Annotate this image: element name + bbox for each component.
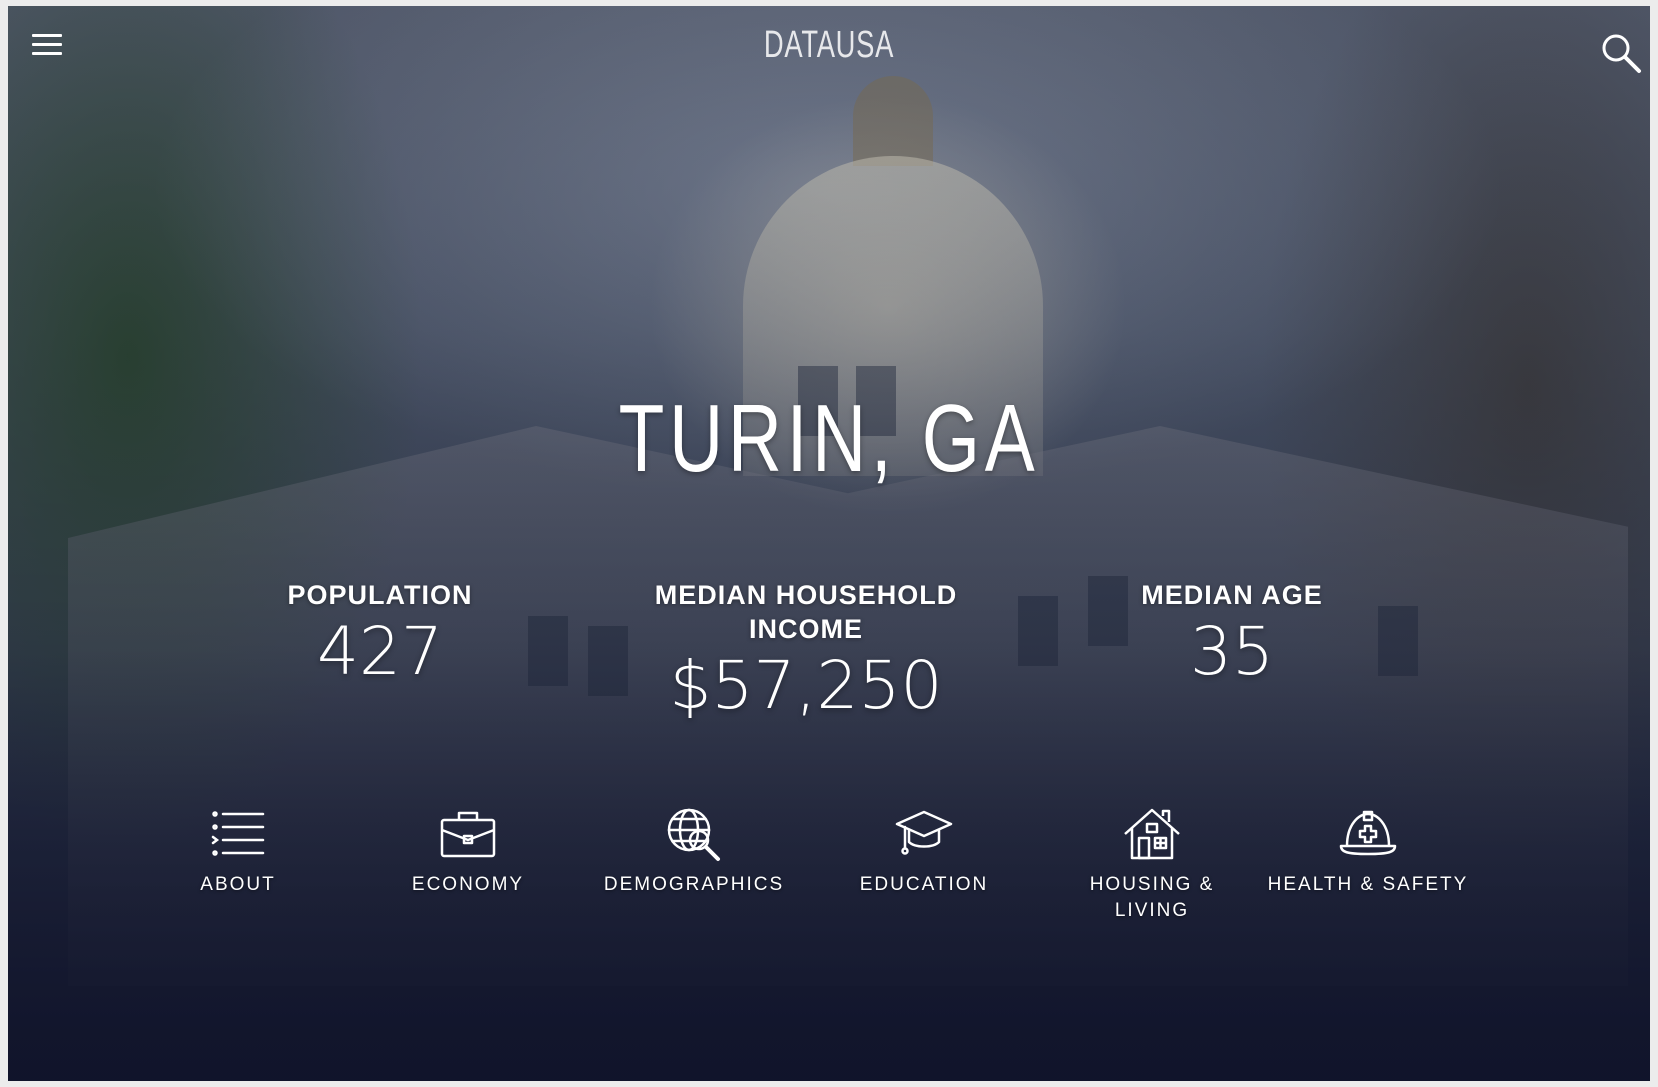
nav-education[interactable]: EDUCATION — [814, 806, 1034, 898]
stat-label: POPULATION — [287, 580, 473, 610]
nav-label: HOUSING & LIVING — [1089, 874, 1215, 921]
stat-value: 35 — [1190, 613, 1274, 690]
hard-hat-icon — [1339, 810, 1397, 856]
nav-demographics[interactable]: DEMOGRAPHICS — [584, 806, 804, 898]
stat-label: MEDIAN HOUSEHOLD INCOME — [654, 580, 958, 644]
nav-label: DEMOGRAPHICS — [603, 874, 785, 895]
nav-health-safety[interactable]: HEALTH & SAFETY — [1258, 806, 1478, 898]
hamburger-menu-icon[interactable] — [32, 34, 62, 64]
house-icon — [1124, 808, 1180, 860]
briefcase-icon — [440, 811, 496, 858]
nav-label: HEALTH & SAFETY — [1267, 874, 1469, 895]
page-title: TURIN, GA — [618, 385, 1040, 492]
stat-label: MEDIAN AGE — [1141, 580, 1323, 610]
stat-median-age: MEDIAN AGE 35 — [1042, 578, 1422, 692]
stat-median-household-income: MEDIAN HOUSEHOLD INCOME $57,250 — [616, 578, 996, 726]
nav-economy[interactable]: ECONOMY — [358, 806, 578, 898]
nav-label: ABOUT — [200, 874, 276, 895]
nav-about[interactable]: ABOUT — [128, 806, 348, 898]
list-icon — [211, 811, 265, 856]
site-logo[interactable]: DATAUSA — [238, 24, 1420, 67]
stat-value: 427 — [317, 613, 443, 690]
hero-overlay — [8, 6, 1650, 1081]
globe-magnifier-icon — [667, 808, 720, 861]
search-icon[interactable] — [1600, 32, 1642, 74]
graduation-cap-icon — [895, 810, 953, 855]
nav-label: EDUCATION — [859, 874, 989, 895]
stat-population: POPULATION 427 — [190, 578, 570, 692]
stat-value: $57,250 — [669, 647, 943, 724]
hero-section: DATAUSA TURIN, GA POPULATION 427 MEDIAN … — [8, 6, 1650, 1081]
nav-housing-living[interactable]: HOUSING & LIVING — [1042, 806, 1262, 924]
nav-label: ECONOMY — [411, 874, 525, 895]
